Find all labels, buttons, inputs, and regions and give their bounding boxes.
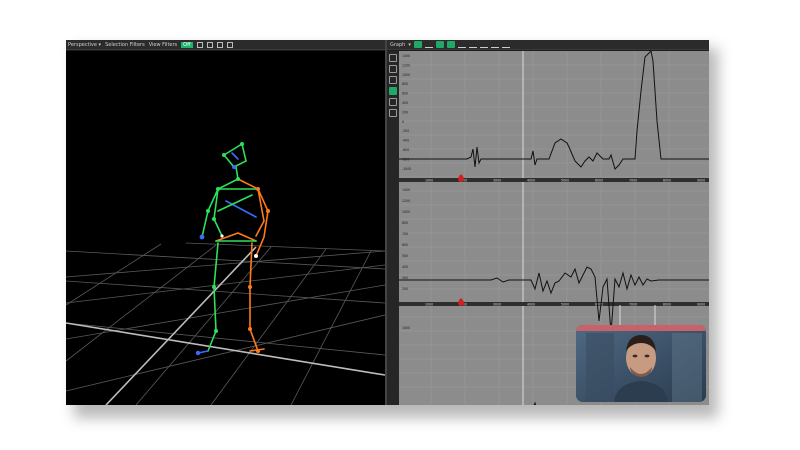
x-tick-label: 5000 xyxy=(561,178,569,182)
frame-selection-icon[interactable] xyxy=(446,41,455,48)
y-tick-label: 200 xyxy=(402,287,408,291)
x-tick-label: 4000 xyxy=(527,178,535,182)
y-tick-label: 1200 xyxy=(402,63,410,67)
camera-icon[interactable] xyxy=(216,41,223,48)
x-tick-label: 3000 xyxy=(493,302,501,306)
x-tick-label: 9000 xyxy=(697,178,705,182)
select-tool-icon[interactable] xyxy=(389,54,397,62)
x-tick-label: 7000 xyxy=(629,178,637,182)
x-tick-label: 8000 xyxy=(663,178,671,182)
curve-key-icon[interactable] xyxy=(468,41,477,48)
tangent-icon[interactable] xyxy=(479,41,488,48)
motion-curve-graph-1[interactable] xyxy=(399,49,709,170)
pen-tool-icon[interactable] xyxy=(389,98,397,106)
y-axis-labels-graph-1: 1400120010008006004002000-200-400-600-80… xyxy=(402,54,411,171)
x-tick-label: 8000 xyxy=(663,302,671,306)
motion-capture-app-window: Perspective ▾ Selection Filters View Fil… xyxy=(66,40,709,405)
mode-toggle-button[interactable]: Off xyxy=(181,41,193,48)
playhead-marker-graph-2[interactable] xyxy=(458,298,464,306)
y-tick-label: 800 xyxy=(402,221,408,225)
x-tick-label: 1000 xyxy=(425,302,433,306)
curve-tool-icon[interactable] xyxy=(389,87,397,95)
y-tick-label: 1400 xyxy=(402,54,410,58)
x-tick-label: 7000 xyxy=(629,302,637,306)
y-tick-label: 600 xyxy=(402,92,408,96)
motion-curve-graph-2[interactable] xyxy=(399,266,709,334)
y-axis-labels-graph-2: 1400 1200 1000 800 700 600 500 400 300 200 xyxy=(402,188,410,291)
x-tick-label: 4000 xyxy=(527,302,535,306)
selection-filters-button[interactable]: Selection Filters xyxy=(105,42,145,48)
move-tool-icon[interactable] xyxy=(389,65,397,73)
grid-icon[interactable] xyxy=(206,41,213,48)
eye-icon[interactable] xyxy=(196,41,203,48)
x-tick-label: 6000 xyxy=(595,178,603,182)
motion-curve-graph-3[interactable] xyxy=(399,401,709,405)
webcam-feed xyxy=(576,325,706,402)
y-tick-label: -200 xyxy=(402,129,409,133)
lattice-tool-icon[interactable] xyxy=(389,109,397,117)
select-arrow-icon[interactable] xyxy=(413,41,422,48)
bake-icon[interactable] xyxy=(501,41,510,48)
y-tick-label: 400 xyxy=(402,265,408,269)
y-tick-label: 700 xyxy=(402,232,408,236)
y-tick-label: 1200 xyxy=(402,199,410,203)
y-tick-label: 1000 xyxy=(402,210,410,214)
x-tick-label: 3000 xyxy=(493,178,501,182)
y-tick-label: 1000 xyxy=(402,326,410,330)
y-tick-label: -1000 xyxy=(402,167,411,171)
floor-grid xyxy=(66,242,386,405)
graph-title[interactable]: Graph xyxy=(390,42,405,48)
y-tick-label: 400 xyxy=(402,101,408,105)
y-tick-label: 600 xyxy=(402,243,408,247)
motion-curve-graph-3-peak[interactable] xyxy=(619,305,656,327)
pin-icon[interactable] xyxy=(226,41,233,48)
y-tick-label: 800 xyxy=(402,82,408,86)
y-tick-label: 200 xyxy=(402,110,408,114)
view-filters-button[interactable]: View Filters xyxy=(149,42,177,48)
y-axis-labels-graph-3: 1000 xyxy=(402,326,410,330)
y-tick-label: 1000 xyxy=(402,73,410,77)
normalize-icon[interactable] xyxy=(457,41,466,48)
y-tick-label: 0 xyxy=(402,120,404,124)
chevron-down-icon[interactable]: ▾ xyxy=(408,42,411,48)
x-tick-label: 6000 xyxy=(595,302,603,306)
y-tick-label: 500 xyxy=(402,254,408,258)
x-tick-label: 5000 xyxy=(561,302,569,306)
y-tick-label: -600 xyxy=(402,148,409,152)
move-icon[interactable] xyxy=(424,41,433,48)
y-tick-label: 300 xyxy=(402,276,408,280)
x-axis-labels-graph-2: 100020003000400050006000700080009000 xyxy=(425,302,705,306)
camera-label: Perspective xyxy=(68,41,97,48)
graph-toolbar: Graph ▾ xyxy=(387,40,709,50)
playhead-marker-graph-1[interactable] xyxy=(458,174,464,182)
x-axis-labels-graph-1: 100020003000400050006000700080009000 xyxy=(425,178,705,182)
viewport-scene xyxy=(66,142,386,405)
frame-all-icon[interactable] xyxy=(435,41,444,48)
viewport-toolbar: Perspective ▾ Selection Filters View Fil… xyxy=(66,40,385,50)
filter-icon[interactable] xyxy=(490,41,499,48)
scale-tool-icon[interactable] xyxy=(389,76,397,84)
camera-dropdown[interactable]: Perspective ▾ xyxy=(68,42,101,48)
y-tick-label: 1400 xyxy=(402,188,410,192)
y-tick-label: -400 xyxy=(402,139,409,143)
mocap-skeleton[interactable] xyxy=(195,142,270,356)
3d-viewport[interactable] xyxy=(66,51,386,405)
x-tick-label: 9000 xyxy=(697,302,705,306)
x-tick-label: 1000 xyxy=(425,178,433,182)
webcam-preview[interactable] xyxy=(576,325,706,402)
